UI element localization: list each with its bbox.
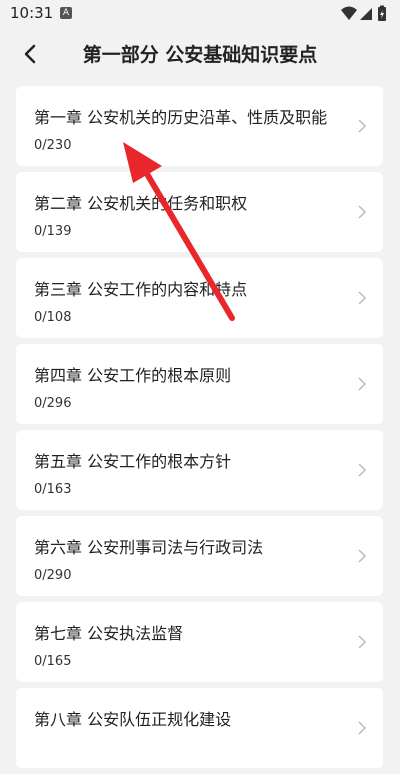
header: 第一部分 公安基础知识要点	[0, 28, 400, 78]
chapter-progress-count: 0/163	[34, 482, 72, 497]
chapter-progress-count: 0/165	[34, 654, 72, 669]
chapter-title: 第三章 公安工作的内容和特点	[34, 280, 248, 299]
chapter-item-3[interactable]: 第三章 公安工作的内容和特点 0/108	[16, 258, 383, 338]
chapter-item-7[interactable]: 第七章 公安执法监督 0/165	[16, 602, 383, 682]
chevron-right-icon	[358, 377, 367, 391]
wifi-icon	[341, 6, 357, 20]
signal-icon	[360, 8, 372, 20]
chapter-title: 第四章 公安工作的根本原则	[34, 366, 232, 385]
chevron-right-icon	[358, 205, 367, 219]
status-icons	[341, 5, 386, 21]
notification-icon: A	[60, 7, 72, 19]
chapter-progress-count: 0/230	[34, 138, 72, 153]
chevron-right-icon	[358, 463, 367, 477]
chapter-title: 第六章 公安刑事司法与行政司法	[34, 538, 264, 557]
chevron-right-icon	[358, 291, 367, 305]
chapter-item-1[interactable]: 第一章 公安机关的历史沿革、性质及职能 0/230	[16, 86, 383, 166]
chapter-list: 第一章 公安机关的历史沿革、性质及职能 0/230 第二章 公安机关的任务和职权…	[16, 86, 383, 774]
page-title: 第一部分 公安基础知识要点	[82, 44, 318, 66]
status-time: 10:31	[10, 4, 54, 22]
chevron-right-icon	[358, 549, 367, 563]
status-bar: 10:31 A	[0, 0, 400, 28]
chapter-progress-count: 0/108	[34, 310, 72, 325]
chevron-right-icon	[358, 721, 367, 735]
chapter-title: 第五章 公安工作的根本方针	[34, 452, 232, 471]
chapter-progress-count: 0/296	[34, 396, 72, 411]
chevron-right-icon	[358, 635, 367, 649]
chapter-title: 第七章 公安执法监督	[34, 624, 184, 643]
chapter-item-5[interactable]: 第五章 公安工作的根本方针 0/163	[16, 430, 383, 510]
chapter-item-4[interactable]: 第四章 公安工作的根本原则 0/296	[16, 344, 383, 424]
chapter-title: 第一章 公安机关的历史沿革、性质及职能	[34, 108, 328, 127]
chapter-progress-count: 0/290	[34, 568, 72, 583]
chapter-item-8[interactable]: 第八章 公安队伍正规化建设	[16, 688, 383, 768]
chevron-right-icon	[358, 119, 367, 133]
chapter-title: 第二章 公安机关的任务和职权	[34, 194, 248, 213]
chapter-item-6[interactable]: 第六章 公安刑事司法与行政司法 0/290	[16, 516, 383, 596]
chapter-item-2[interactable]: 第二章 公安机关的任务和职权 0/139	[16, 172, 383, 252]
battery-icon	[378, 5, 386, 21]
chapter-progress-count: 0/139	[34, 224, 72, 239]
